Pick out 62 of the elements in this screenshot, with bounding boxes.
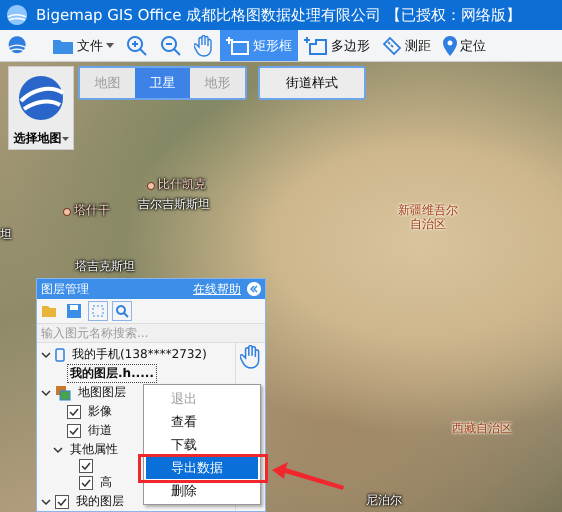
chevron-icon[interactable]	[53, 446, 63, 454]
checkbox[interactable]	[67, 404, 81, 418]
tree-item[interactable]: 我的手机(138****2732)	[69, 345, 210, 364]
menu-item[interactable]: 查看	[146, 410, 258, 433]
checkbox[interactable]	[79, 476, 93, 490]
zoom-out-icon	[160, 34, 182, 56]
chevron-icon[interactable]	[41, 498, 51, 506]
measure-tool[interactable]: 测距	[376, 30, 437, 61]
app-logo-icon	[6, 4, 28, 26]
map-label: 新疆维吾尔 自治区	[398, 204, 458, 232]
checkbox[interactable]	[67, 424, 81, 438]
tree-item[interactable]: 地图图层	[75, 383, 129, 402]
rectangle-icon	[226, 36, 250, 56]
selection-icon	[91, 304, 105, 318]
map-label: 坦	[0, 228, 12, 242]
city-dot-icon	[147, 182, 155, 190]
tree-item[interactable]: 高	[97, 473, 115, 492]
caret-icon	[106, 43, 114, 48]
select-button[interactable]	[88, 301, 108, 321]
file-tool[interactable]: 文件	[46, 30, 120, 61]
hand-icon	[194, 34, 214, 56]
map-label: 吉尔吉斯斯坦	[138, 198, 210, 212]
map-type-tab[interactable]: 卫星	[135, 68, 190, 98]
map-label: 塔什干	[74, 204, 110, 218]
menu-item[interactable]: 下载	[146, 433, 258, 456]
tree-item[interactable]: 街道	[85, 421, 115, 440]
map-label: 西藏自治区	[452, 422, 512, 436]
checkbox[interactable]	[55, 494, 69, 508]
map-label: 比什凯克	[158, 178, 206, 192]
polygon-icon	[304, 36, 328, 56]
save-icon	[66, 303, 82, 319]
window-title: Bigemap GIS Office 成都比格图数据处理有限公司 【已授权：网络版】	[36, 6, 521, 24]
panel-title: 图层管理	[41, 280, 90, 298]
folder-icon	[41, 304, 59, 318]
hand-icon[interactable]	[240, 345, 262, 369]
checkbox[interactable]	[79, 459, 93, 473]
zoom-in-icon	[126, 34, 148, 56]
phone-icon	[55, 348, 65, 362]
search-icon	[115, 304, 129, 318]
search-field[interactable]: 输入图元名称搜索...	[37, 323, 265, 343]
collapse-icon[interactable]	[247, 282, 261, 296]
tree-item[interactable]: 其他属性	[67, 440, 121, 459]
tree-item[interactable]: 我的图层.h.....	[67, 364, 157, 383]
pin-icon	[443, 36, 457, 56]
locate-tool[interactable]: 定位	[437, 30, 492, 61]
polygon-tool[interactable]: 多边形	[298, 30, 376, 61]
map-selector-button[interactable]: 选择地图	[8, 66, 74, 150]
city-dot-icon	[63, 208, 71, 216]
menu-item[interactable]: 导出数据	[146, 456, 258, 479]
chevron-icon[interactable]	[41, 350, 51, 358]
map-label: 塔吉克斯坦	[75, 260, 135, 274]
map-label: 尼泊尔	[366, 494, 402, 508]
chevron-icon[interactable]	[41, 388, 51, 396]
layers-icon	[55, 384, 71, 400]
tree-item[interactable]: 影像	[85, 402, 115, 421]
menu-item[interactable]: 删除	[146, 479, 258, 502]
save-button[interactable]	[64, 301, 84, 321]
caret-icon	[62, 136, 68, 140]
search-button[interactable]	[112, 301, 132, 321]
ruler-icon	[382, 36, 402, 56]
tree-item[interactable]: 我的图层	[73, 492, 127, 511]
street-style-button[interactable]: 街道样式	[258, 66, 366, 100]
